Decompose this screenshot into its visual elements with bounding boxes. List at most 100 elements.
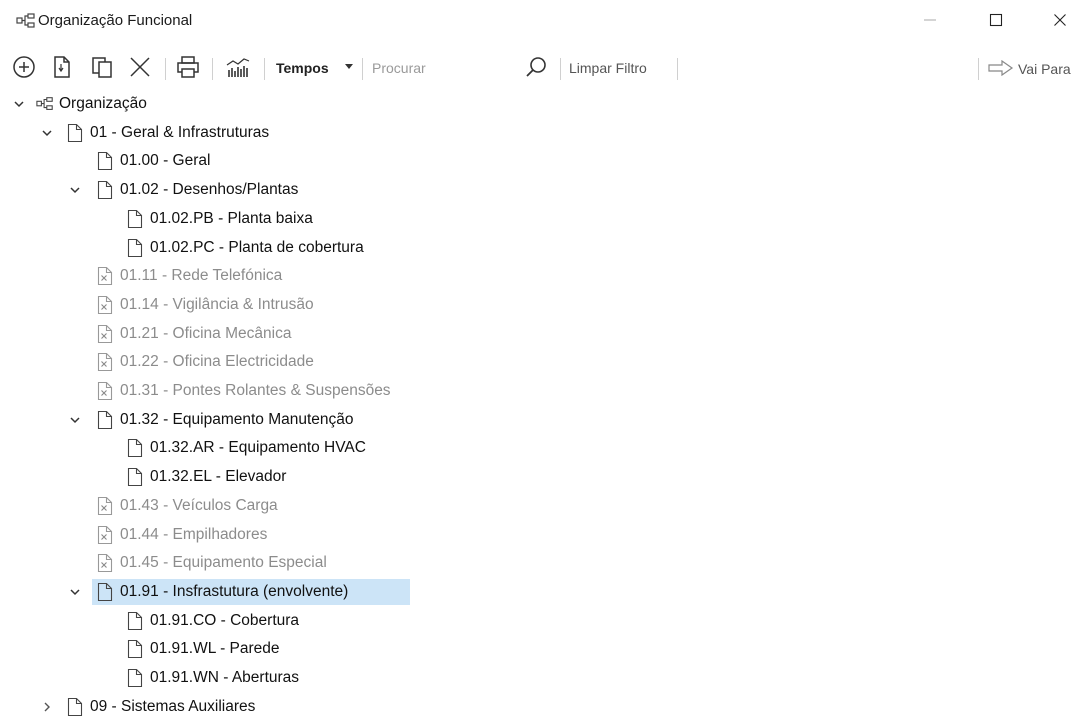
print-icon bbox=[176, 55, 200, 84]
tree-node[interactable]: 01.91.WL - Parede bbox=[0, 637, 700, 661]
tree-node-label: 01.91.WL - Parede bbox=[150, 640, 280, 657]
chevron-down-icon[interactable] bbox=[68, 413, 82, 427]
chevron-down-icon[interactable] bbox=[68, 183, 82, 197]
tree-node-label: 01.14 - Vigilância & Intrusão bbox=[120, 296, 314, 313]
toolbar-divider bbox=[165, 58, 166, 80]
goto-label: Vai Para bbox=[1018, 61, 1071, 77]
tree-node-label: 01.02 - Desenhos/Plantas bbox=[120, 181, 299, 198]
toolbar-divider bbox=[677, 58, 678, 80]
tree-node[interactable]: 01.02 - Desenhos/Plantas bbox=[0, 178, 700, 202]
chevron-down-icon[interactable] bbox=[68, 585, 82, 599]
tree-node[interactable]: 01.32.AR - Equipamento HVAC bbox=[0, 436, 700, 460]
document-icon bbox=[66, 122, 84, 144]
tree-node[interactable]: 01.14 - Vigilância & Intrusão bbox=[0, 293, 700, 317]
tree-node[interactable]: 01 - Geral & Infrastruturas bbox=[0, 121, 700, 145]
document-icon bbox=[96, 179, 114, 201]
new-document-button[interactable] bbox=[48, 55, 76, 82]
tree-node[interactable]: 01.21 - Oficina Mecânica bbox=[0, 322, 700, 346]
tree-node-label: 01.32.EL - Elevador bbox=[150, 468, 287, 485]
chevron-down-icon[interactable] bbox=[345, 64, 353, 69]
search-button[interactable] bbox=[522, 56, 550, 82]
chart-button[interactable] bbox=[224, 56, 252, 82]
hierarchy-icon bbox=[36, 93, 54, 115]
tree-node-label: 01.02.PC - Planta de cobertura bbox=[150, 239, 364, 256]
tree-node[interactable]: 01.91.CO - Cobertura bbox=[0, 609, 700, 633]
disabled-document-icon bbox=[96, 380, 114, 402]
hierarchy-icon bbox=[16, 12, 36, 30]
tree-node-label: 01.02.PB - Planta baixa bbox=[150, 210, 313, 227]
tree-node-label: 01.22 - Oficina Electricidade bbox=[120, 353, 314, 370]
tree-node-label: 01.32.AR - Equipamento HVAC bbox=[150, 439, 366, 456]
window-title: Organização Funcional bbox=[38, 12, 193, 29]
tree-node-label: 01.44 - Empilhadores bbox=[120, 526, 268, 543]
clear-filter-button[interactable]: Limpar Filtro bbox=[569, 60, 647, 76]
tree-node-label: 01.45 - Equipamento Especial bbox=[120, 554, 327, 571]
tree-node-label: 01.00 - Geral bbox=[120, 152, 211, 169]
search-input[interactable] bbox=[366, 55, 523, 81]
document-icon bbox=[66, 696, 84, 718]
document-icon bbox=[126, 610, 144, 632]
disabled-document-icon bbox=[96, 524, 114, 546]
document-icon bbox=[96, 150, 114, 172]
chevron-down-icon[interactable] bbox=[12, 97, 26, 111]
chevron-right-icon[interactable] bbox=[40, 700, 54, 714]
tree-node-label: 01.21 - Oficina Mecânica bbox=[120, 325, 292, 342]
delete-button[interactable] bbox=[126, 56, 154, 82]
print-button[interactable] bbox=[174, 55, 202, 84]
toolbar-divider bbox=[212, 58, 213, 80]
arrow-right-icon bbox=[988, 59, 1018, 79]
toolbar-divider bbox=[560, 58, 561, 80]
tree-node[interactable]: 01.31 - Pontes Rolantes & Suspensões bbox=[0, 379, 700, 403]
tree-node[interactable]: 01.32.EL - Elevador bbox=[0, 465, 700, 489]
tree-node-label: 01.32 - Equipamento Manutenção bbox=[120, 411, 354, 428]
tree-node[interactable]: 01.45 - Equipamento Especial bbox=[0, 551, 700, 575]
minimize-icon bbox=[923, 13, 937, 32]
tree-node[interactable]: 09 - Sistemas Auxiliares bbox=[0, 695, 700, 719]
tree-root[interactable]: Organização bbox=[0, 92, 300, 116]
tree-node[interactable]: 01.00 - Geral bbox=[0, 149, 700, 173]
delete-icon bbox=[128, 55, 152, 84]
disabled-document-icon bbox=[96, 265, 114, 287]
tree-node[interactable]: 01.02.PC - Planta de cobertura bbox=[0, 236, 700, 260]
copy-button[interactable] bbox=[88, 56, 116, 82]
disabled-document-icon bbox=[96, 495, 114, 517]
tree-node[interactable]: 01.32 - Equipamento Manutenção bbox=[0, 408, 700, 432]
tree-node-label: 01.91.WN - Aberturas bbox=[150, 669, 300, 686]
tree-node[interactable]: 01.02.PB - Planta baixa bbox=[0, 207, 700, 231]
tree-node-label: 01.91 - Insfrastutura (envolvente) bbox=[120, 583, 349, 600]
toolbar-divider bbox=[362, 58, 363, 80]
goto-button[interactable]: Vai Para bbox=[988, 58, 1071, 80]
chart-icon bbox=[225, 55, 251, 84]
tree-node[interactable]: 01.44 - Empilhadores bbox=[0, 523, 700, 547]
tempos-dropdown[interactable]: Tempos bbox=[276, 60, 329, 76]
document-icon bbox=[126, 638, 144, 660]
close-button[interactable] bbox=[1040, 8, 1080, 36]
tree-node[interactable]: 01.91 - Insfrastutura (envolvente) bbox=[0, 579, 700, 605]
add-button[interactable] bbox=[10, 55, 38, 84]
tree-node-label: 01.43 - Veículos Carga bbox=[120, 497, 278, 514]
toolbar-divider bbox=[264, 58, 265, 80]
disabled-document-icon bbox=[96, 294, 114, 316]
tree-root-label: Organização bbox=[59, 95, 147, 112]
maximize-button[interactable] bbox=[976, 8, 1016, 36]
search-icon bbox=[524, 55, 548, 84]
copy-icon bbox=[90, 55, 114, 84]
close-icon bbox=[1053, 13, 1067, 32]
document-icon bbox=[126, 466, 144, 488]
disabled-document-icon bbox=[96, 351, 114, 373]
document-icon bbox=[96, 581, 114, 603]
disabled-document-icon bbox=[96, 323, 114, 345]
document-icon bbox=[96, 409, 114, 431]
tree-node-label: 01 - Geral & Infrastruturas bbox=[90, 124, 270, 141]
minimize-button[interactable] bbox=[910, 8, 950, 36]
tree-node-label: 01.31 - Pontes Rolantes & Suspensões bbox=[120, 382, 391, 399]
add-circle-icon bbox=[12, 55, 36, 84]
document-icon bbox=[126, 437, 144, 459]
tree-node[interactable]: 01.22 - Oficina Electricidade bbox=[0, 350, 700, 374]
tree-node[interactable]: 01.91.WN - Aberturas bbox=[0, 666, 700, 690]
tree-node[interactable]: 01.11 - Rede Telefónica bbox=[0, 264, 700, 288]
title-bar: Organização Funcional bbox=[0, 0, 1084, 44]
disabled-document-icon bbox=[96, 552, 114, 574]
chevron-down-icon[interactable] bbox=[40, 126, 54, 140]
tree-node[interactable]: 01.43 - Veículos Carga bbox=[0, 494, 700, 518]
